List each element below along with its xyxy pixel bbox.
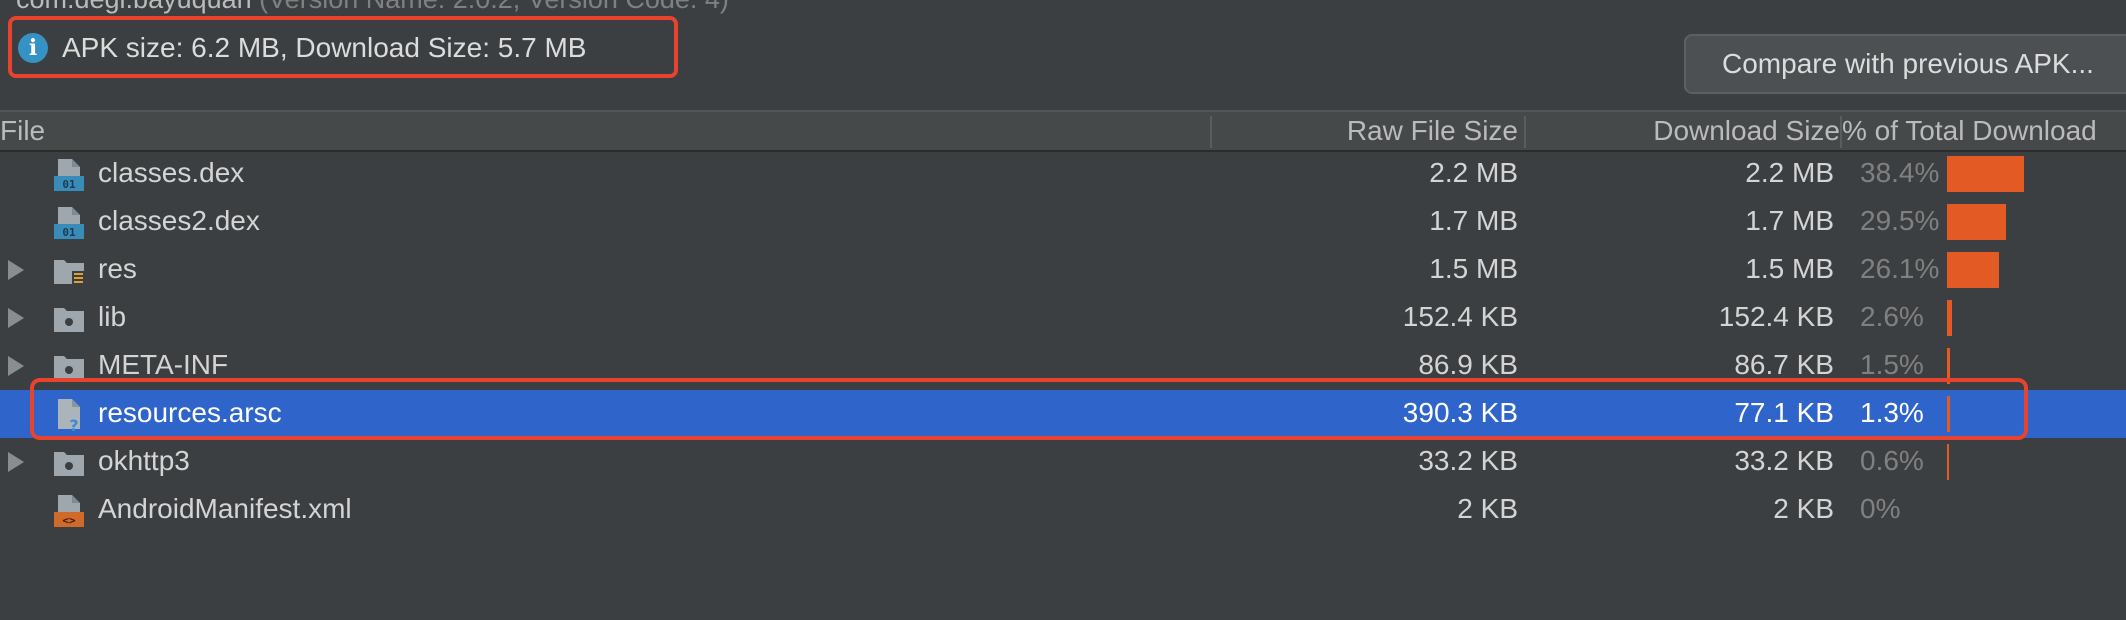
file-row[interactable]: lib 152.4 KB 152.4 KB 2.6%	[0, 294, 2126, 342]
svg-text:01: 01	[62, 226, 76, 239]
file-row[interactable]: res 1.5 MB 1.5 MB 26.1%	[0, 246, 2126, 294]
summary-highlight-box	[8, 16, 678, 78]
table-header: File Raw File Size Download Size % of To…	[0, 110, 2126, 152]
percent-bar	[1947, 300, 1953, 336]
download-size: 1.7 MB	[1745, 205, 1834, 236]
expand-arrow-icon[interactable]	[8, 452, 24, 472]
file-name: META-INF	[98, 349, 229, 380]
percent-of-total: 1.5%	[1860, 349, 1924, 380]
download-size: 86.7 KB	[1734, 349, 1834, 380]
column-header-raw-size[interactable]: Raw File Size	[1347, 112, 1518, 150]
raw-file-size: 152.4 KB	[1402, 301, 1518, 332]
download-size: 152.4 KB	[1718, 301, 1834, 332]
file-name: classes.dex	[98, 157, 245, 188]
percent-bar	[1947, 156, 2024, 192]
apk-title: com.degi.bayuquan (Version Name: 2.0.2, …	[16, 0, 729, 15]
folder-icon	[52, 350, 86, 384]
column-divider[interactable]	[1524, 116, 1526, 148]
percent-of-total: 29.5%	[1860, 205, 1940, 236]
expand-arrow-icon[interactable]	[8, 308, 24, 328]
file-tree: 01 classes.dex 2.2 MB 2.2 MB 38.4% 01 classes2…	[0, 150, 2126, 534]
percent-of-total: 26.1%	[1860, 253, 1940, 284]
percent-bar	[1947, 444, 1949, 480]
file-row[interactable]: META-INF 86.9 KB 86.7 KB 1.5%	[0, 342, 2126, 390]
svg-text:<>: <>	[62, 514, 76, 527]
download-size: 77.1 KB	[1734, 397, 1834, 428]
svg-text:01: 01	[62, 178, 76, 191]
download-size: 1.5 MB	[1745, 253, 1834, 284]
download-size: 2 KB	[1773, 493, 1834, 524]
file-name: res	[98, 253, 137, 284]
percent-bar	[1947, 252, 2000, 288]
file-name: lib	[98, 301, 127, 332]
expand-arrow-icon[interactable]	[8, 356, 24, 376]
download-size: 2.2 MB	[1745, 157, 1834, 188]
column-header-file[interactable]: File	[0, 112, 45, 150]
column-header-percent[interactable]: % of Total Download	[1842, 112, 2097, 150]
raw-file-size: 86.9 KB	[1418, 349, 1518, 380]
version-info: (Version Name: 2.0.2, Version Code: 4)	[252, 0, 729, 14]
unknown-file-icon: ?	[52, 398, 86, 435]
folder-icon	[52, 302, 86, 336]
percent-of-total: 38.4%	[1860, 157, 1940, 188]
raw-file-size: 1.7 MB	[1429, 205, 1518, 236]
res-folder-icon	[52, 254, 86, 288]
file-row[interactable]: 01 classes.dex 2.2 MB 2.2 MB 38.4%	[0, 150, 2126, 198]
raw-file-size: 33.2 KB	[1418, 445, 1518, 476]
raw-file-size: 1.5 MB	[1429, 253, 1518, 284]
file-name: resources.arsc	[98, 397, 282, 428]
file-row[interactable]: okhttp3 33.2 KB 33.2 KB 0.6%	[0, 438, 2126, 486]
package-name: com.degi.bayuquan	[16, 0, 252, 14]
column-header-download-size[interactable]: Download Size	[1653, 112, 1840, 150]
svg-text:?: ?	[69, 416, 78, 432]
file-row[interactable]: 01 classes2.dex 1.7 MB 1.7 MB 29.5%	[0, 198, 2126, 246]
percent-bar	[1947, 396, 1950, 432]
raw-file-size: 2.2 MB	[1429, 157, 1518, 188]
dex-file-icon: 01	[52, 206, 86, 240]
file-name: okhttp3	[98, 445, 190, 476]
percent-bar	[1947, 204, 2006, 240]
percent-of-total: 0%	[1860, 493, 1901, 524]
percent-of-total: 0.6%	[1860, 445, 1924, 476]
raw-file-size: 2 KB	[1457, 493, 1518, 524]
column-divider[interactable]	[1210, 116, 1212, 148]
percent-of-total: 2.6%	[1860, 301, 1924, 332]
percent-bar	[1947, 348, 1950, 384]
download-size: 33.2 KB	[1734, 445, 1834, 476]
compare-with-previous-apk-button[interactable]: Compare with previous APK...	[1684, 34, 2126, 94]
expand-arrow-icon[interactable]	[8, 260, 24, 280]
file-row[interactable]: <> AndroidManifest.xml 2 KB 2 KB 0%	[0, 486, 2126, 534]
percent-of-total: 1.3%	[1860, 397, 1924, 428]
file-name: AndroidManifest.xml	[98, 493, 352, 524]
file-row[interactable]: ? resources.arsc 390.3 KB 77.1 KB 1.3%	[0, 390, 2126, 438]
raw-file-size: 390.3 KB	[1402, 397, 1518, 428]
folder-icon	[52, 446, 86, 480]
xml-file-icon: <>	[52, 494, 86, 528]
file-name: classes2.dex	[98, 205, 260, 236]
dex-file-icon: 01	[52, 158, 86, 192]
